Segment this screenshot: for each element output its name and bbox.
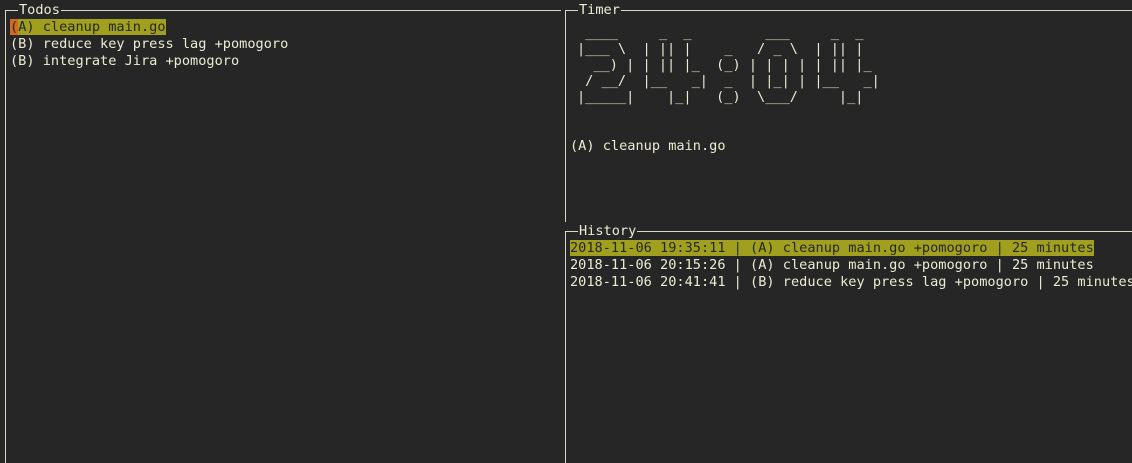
todo-item[interactable]: (A) cleanup main.go: [10, 19, 288, 36]
history-entry[interactable]: 2018-11-06 19:35:11 | (A) cleanup main.g…: [570, 240, 1132, 257]
history-entry[interactable]: 2018-11-06 20:41:41 | (B) reduce key pre…: [570, 274, 1132, 291]
history-entry-text: 2018-11-06 19:35:11 | (A) cleanup main.g…: [570, 240, 1094, 256]
todo-item-label: (B) reduce key press lag +pomogoro: [10, 36, 289, 52]
timer-pane: Timer ____ _ _ ___ _ _ |___ \ | || | _ /…: [565, 2, 1132, 222]
history-title: History: [578, 223, 638, 239]
todos-pane: Todos (A) cleanup main.go (B) reduce key…: [5, 2, 561, 463]
todos-title: Todos: [18, 2, 61, 18]
todo-item-label: (B) integrate Jira +pomogoro: [10, 53, 240, 69]
todo-item-label: A) cleanup main.go: [18, 19, 166, 35]
history-entry-text: 2018-11-06 20:15:26 | (A) cleanup main.g…: [570, 257, 1094, 273]
history-entry-text: 2018-11-06 20:41:41 | (B) reduce key pre…: [570, 274, 1132, 290]
text-cursor: (: [10, 19, 19, 35]
todo-item[interactable]: (B) reduce key press lag +pomogoro: [10, 36, 288, 53]
history-list: 2018-11-06 19:35:11 | (A) cleanup main.g…: [570, 240, 1132, 291]
current-task-label: (A) cleanup main.go: [570, 138, 726, 154]
history-entry[interactable]: 2018-11-06 20:15:26 | (A) cleanup main.g…: [570, 257, 1132, 274]
timer-title: Timer: [578, 2, 621, 18]
ascii-clock-display: ____ _ _ ___ _ _ |___ \ | || | _ / _ \ |…: [577, 25, 880, 105]
todo-list: (A) cleanup main.go (B) reduce key press…: [10, 19, 288, 70]
history-pane: History 2018-11-06 19:35:11 | (A) cleanu…: [565, 223, 1132, 463]
todo-item[interactable]: (B) integrate Jira +pomogoro: [10, 53, 288, 70]
